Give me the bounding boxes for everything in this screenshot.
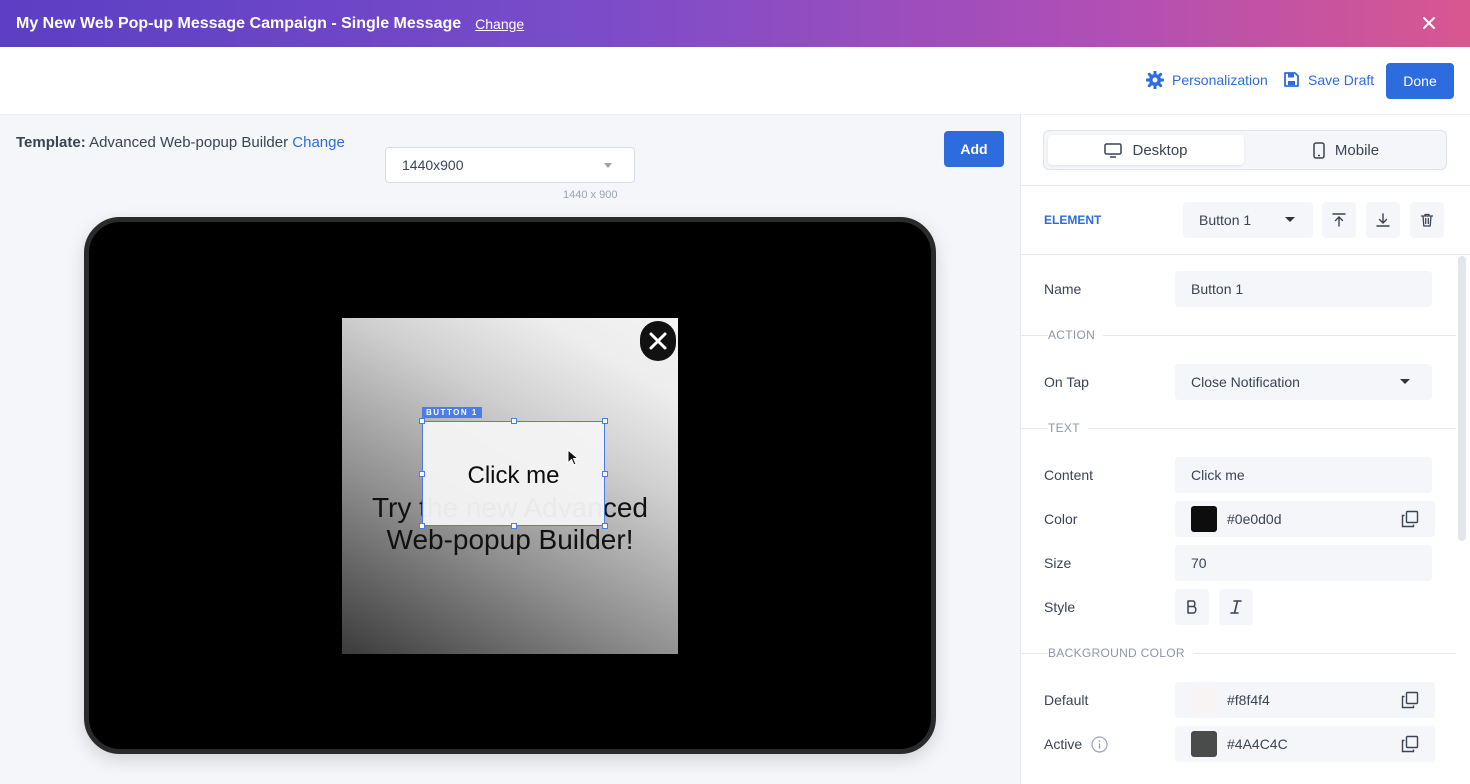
popup-button-label: Click me xyxy=(467,462,560,489)
bring-to-front-button[interactable] xyxy=(1322,202,1356,238)
divider xyxy=(1020,185,1470,186)
background-section-header: BACKGROUND COLOR xyxy=(1020,646,1456,660)
resize-handle[interactable] xyxy=(602,471,608,477)
save-icon xyxy=(1284,72,1299,87)
chevron-down-icon xyxy=(1285,217,1295,222)
name-value: Button 1 xyxy=(1191,281,1244,297)
size-label: Size xyxy=(1044,555,1072,571)
copy-icon[interactable] xyxy=(1401,735,1419,753)
mobile-icon xyxy=(1313,141,1325,159)
background-section-title: BACKGROUND COLOR xyxy=(1048,646,1193,660)
personalization-label: Personalization xyxy=(1172,72,1268,88)
copy-icon[interactable] xyxy=(1401,510,1419,528)
tab-desktop-label: Desktop xyxy=(1132,141,1188,159)
default-bg-value: #f8f4f4 xyxy=(1227,692,1270,708)
chevron-down-icon xyxy=(604,163,612,168)
resize-handle[interactable] xyxy=(511,418,517,424)
element-select[interactable]: Button 1 xyxy=(1183,202,1313,238)
panel-scrollbar[interactable] xyxy=(1458,256,1466,541)
active-bg-input[interactable]: #4A4C4C xyxy=(1175,726,1435,762)
font-size-input[interactable]: 70 xyxy=(1175,545,1432,581)
resolution-hint: 1440 x 900 xyxy=(563,189,618,201)
resolution-select[interactable]: 1440x900 xyxy=(385,147,635,183)
tab-mobile-label: Mobile xyxy=(1334,141,1380,159)
tab-desktop[interactable]: Desktop xyxy=(1048,135,1244,165)
action-section-title: ACTION xyxy=(1048,328,1104,342)
default-bg-input[interactable]: #f8f4f4 xyxy=(1175,682,1435,718)
template-label: Template: xyxy=(16,134,86,151)
campaign-title: My New Web Pop-up Message Campaign - Sin… xyxy=(16,14,462,32)
template-line: Template: Advanced Web-popup Builder Cha… xyxy=(16,134,345,151)
desktop-icon xyxy=(1104,142,1123,158)
chevron-down-icon xyxy=(1400,379,1410,384)
on-tap-label: On Tap xyxy=(1044,374,1089,390)
resize-handle[interactable] xyxy=(419,418,425,424)
delete-element-button[interactable] xyxy=(1410,202,1444,238)
close-icon xyxy=(649,332,667,350)
active-bg-value: #4A4C4C xyxy=(1227,736,1288,752)
name-label: Name xyxy=(1044,281,1082,297)
element-select-value: Button 1 xyxy=(1199,212,1252,228)
content-value: Click me xyxy=(1191,467,1245,483)
send-to-back-icon xyxy=(1376,213,1390,227)
bold-button[interactable] xyxy=(1175,589,1209,625)
italic-button[interactable] xyxy=(1219,589,1253,625)
template-name: Advanced Web-popup Builder xyxy=(89,134,289,151)
resize-handle[interactable] xyxy=(602,418,608,424)
popup-button-1[interactable]: Click me xyxy=(422,421,605,526)
editor-toolbar: Personalization Save Draft Done xyxy=(0,47,1470,115)
save-draft-button[interactable]: Save Draft xyxy=(1283,71,1374,88)
popup-close-button[interactable] xyxy=(640,321,676,361)
on-tap-value: Close Notification xyxy=(1191,374,1300,390)
send-to-back-button[interactable] xyxy=(1366,202,1400,238)
text-color-value: #0e0d0d xyxy=(1227,511,1282,527)
italic-icon xyxy=(1230,600,1242,614)
resize-handle[interactable] xyxy=(419,523,425,529)
divider xyxy=(1020,254,1470,255)
style-label: Style xyxy=(1044,599,1076,615)
resize-handle[interactable] xyxy=(602,523,608,529)
trash-icon xyxy=(1420,213,1434,227)
resize-handle[interactable] xyxy=(419,471,425,477)
resolution-value: 1440x900 xyxy=(402,157,464,173)
device-toggle: Desktop Mobile xyxy=(1043,130,1447,170)
mouse-cursor-icon xyxy=(567,449,579,466)
default-label: Default xyxy=(1044,692,1089,708)
save-draft-label: Save Draft xyxy=(1308,71,1375,88)
close-icon[interactable] xyxy=(1418,12,1440,34)
resize-handle[interactable] xyxy=(511,523,517,529)
bold-icon xyxy=(1187,600,1197,614)
action-section-header: ACTION xyxy=(1020,328,1456,342)
selected-element-tag: BUTTON 1 xyxy=(422,407,482,418)
tab-mobile[interactable]: Mobile xyxy=(1248,135,1444,165)
text-color-swatch[interactable] xyxy=(1191,506,1217,532)
content-label: Content xyxy=(1044,467,1094,483)
done-button[interactable]: Done xyxy=(1386,63,1454,99)
personalization-button[interactable]: Personalization xyxy=(1146,71,1268,89)
add-button[interactable]: Add xyxy=(944,131,1004,167)
default-bg-swatch[interactable] xyxy=(1191,687,1217,713)
active-label: Active xyxy=(1044,736,1083,752)
campaign-change-link[interactable]: Change xyxy=(475,16,524,32)
active-bg-swatch[interactable] xyxy=(1191,731,1217,757)
element-label: ELEMENT xyxy=(1044,213,1102,227)
campaign-banner: My New Web Pop-up Message Campaign - Sin… xyxy=(0,0,1470,47)
on-tap-select[interactable]: Close Notification xyxy=(1175,364,1432,400)
gear-icon xyxy=(1146,71,1164,89)
text-section-title: TEXT xyxy=(1048,421,1088,435)
font-size-value: 70 xyxy=(1191,555,1207,571)
template-change-link[interactable]: Change xyxy=(292,134,345,151)
text-section-header: TEXT xyxy=(1020,421,1456,435)
content-input[interactable]: Click me xyxy=(1175,457,1432,493)
name-input[interactable]: Button 1 xyxy=(1175,271,1432,307)
info-icon[interactable] xyxy=(1091,736,1108,753)
copy-icon[interactable] xyxy=(1401,691,1419,709)
bring-to-front-icon xyxy=(1332,213,1346,227)
text-color-input[interactable]: #0e0d0d xyxy=(1175,501,1435,537)
color-label: Color xyxy=(1044,511,1078,527)
